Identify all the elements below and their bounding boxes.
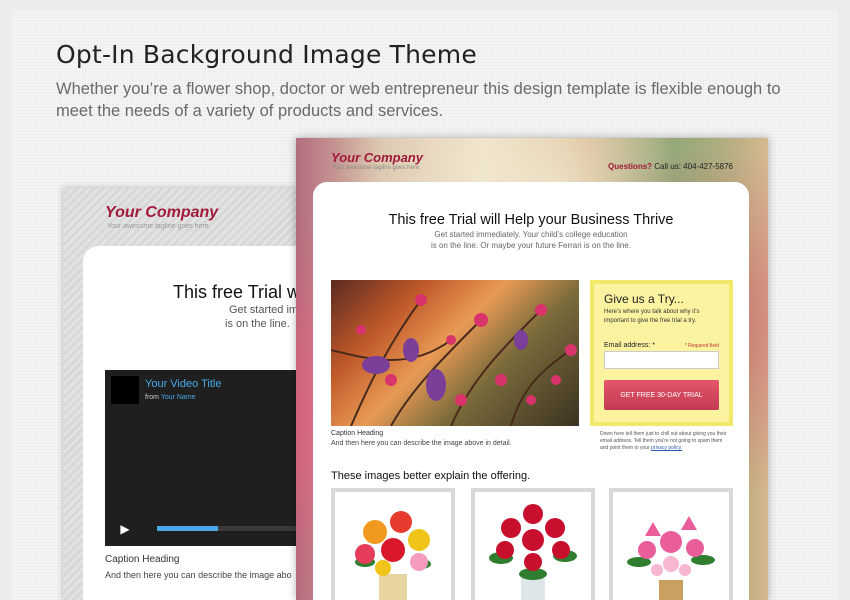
privacy-note: Down here tell them just to chill out ab… [600,431,730,452]
form-description: Here’s where you talk about why it’s imp… [604,309,700,324]
offering-images [331,488,733,600]
email-label: Email address: * [604,342,655,349]
front-card-subtitle-2: is on the line. Or maybe your future Fer… [430,241,632,250]
video-title[interactable]: Your Video Title [145,378,221,390]
front-card-title: This free Trial will Help your Business … [388,212,674,228]
back-card-subtitle-1: Get started im [229,304,299,316]
privacy-policy-link[interactable]: privacy policy. [651,445,682,451]
video-thumbnail [111,376,139,404]
front-tagline: Your awesome tagline goes here. [332,165,421,171]
hero-flower-image [331,280,579,426]
contact-phone: Questions? Call us: 404-427-5876 [608,162,733,171]
get-free-trial-button[interactable]: GET FREE 30-DAY TRIAL [604,380,719,410]
email-field[interactable] [604,351,719,369]
form-title: Give us a Try... [604,292,684,306]
bouquet-image-1 [331,488,455,600]
video-author-link[interactable]: Your Name [161,394,196,401]
bouquet-image-2 [471,488,595,600]
video-player[interactable]: Your Video Title from Your Name ▶ [105,370,323,546]
bouquet-image-3 [609,488,733,600]
back-card-subtitle-2: is on the line. [225,318,290,330]
back-caption-heading: Caption Heading [105,554,180,565]
front-template-preview: Your Company Your awesome tagline goes h… [296,138,768,600]
video-from-label: from [145,394,159,401]
back-template-preview: Your Company Your awesome tagline goes h… [63,188,323,600]
video-byline: from Your Name [145,394,196,401]
video-progress-fill [157,526,218,531]
back-content-card: This free Trial w Get started im is on t… [83,246,323,600]
front-logo: Your Company [331,150,423,165]
trial-signup-form: Give us a Try... Here’s where you talk a… [590,280,733,426]
page-subtitle: Whether you’re a flower shop, doctor or … [56,80,781,120]
required-note: * Required field [684,343,719,349]
back-logo: Your Company [105,204,219,221]
back-caption-text: And then here you can describe the image… [105,570,292,580]
phone-text: Call us: 404-427-5876 [654,162,733,171]
front-card-subtitle-1: Get started immediately. Your child’s co… [434,230,628,239]
front-content-card: This free Trial will Help your Business … [313,182,749,600]
front-caption-heading: Caption Heading [331,430,384,437]
play-icon[interactable]: ▶ [105,512,145,546]
back-card-title: This free Trial w [173,282,301,302]
page-title: Opt-In Background Image Theme [56,40,477,69]
back-tagline: Your awesome tagline goes here. [107,223,211,230]
offering-section-heading: These images better explain the offering… [331,470,531,482]
front-caption-text: And then here you can describe the image… [331,440,512,447]
front-card-subtitle: Get started immediately. Your child’s co… [313,229,749,251]
questions-label: Questions? [608,162,653,171]
